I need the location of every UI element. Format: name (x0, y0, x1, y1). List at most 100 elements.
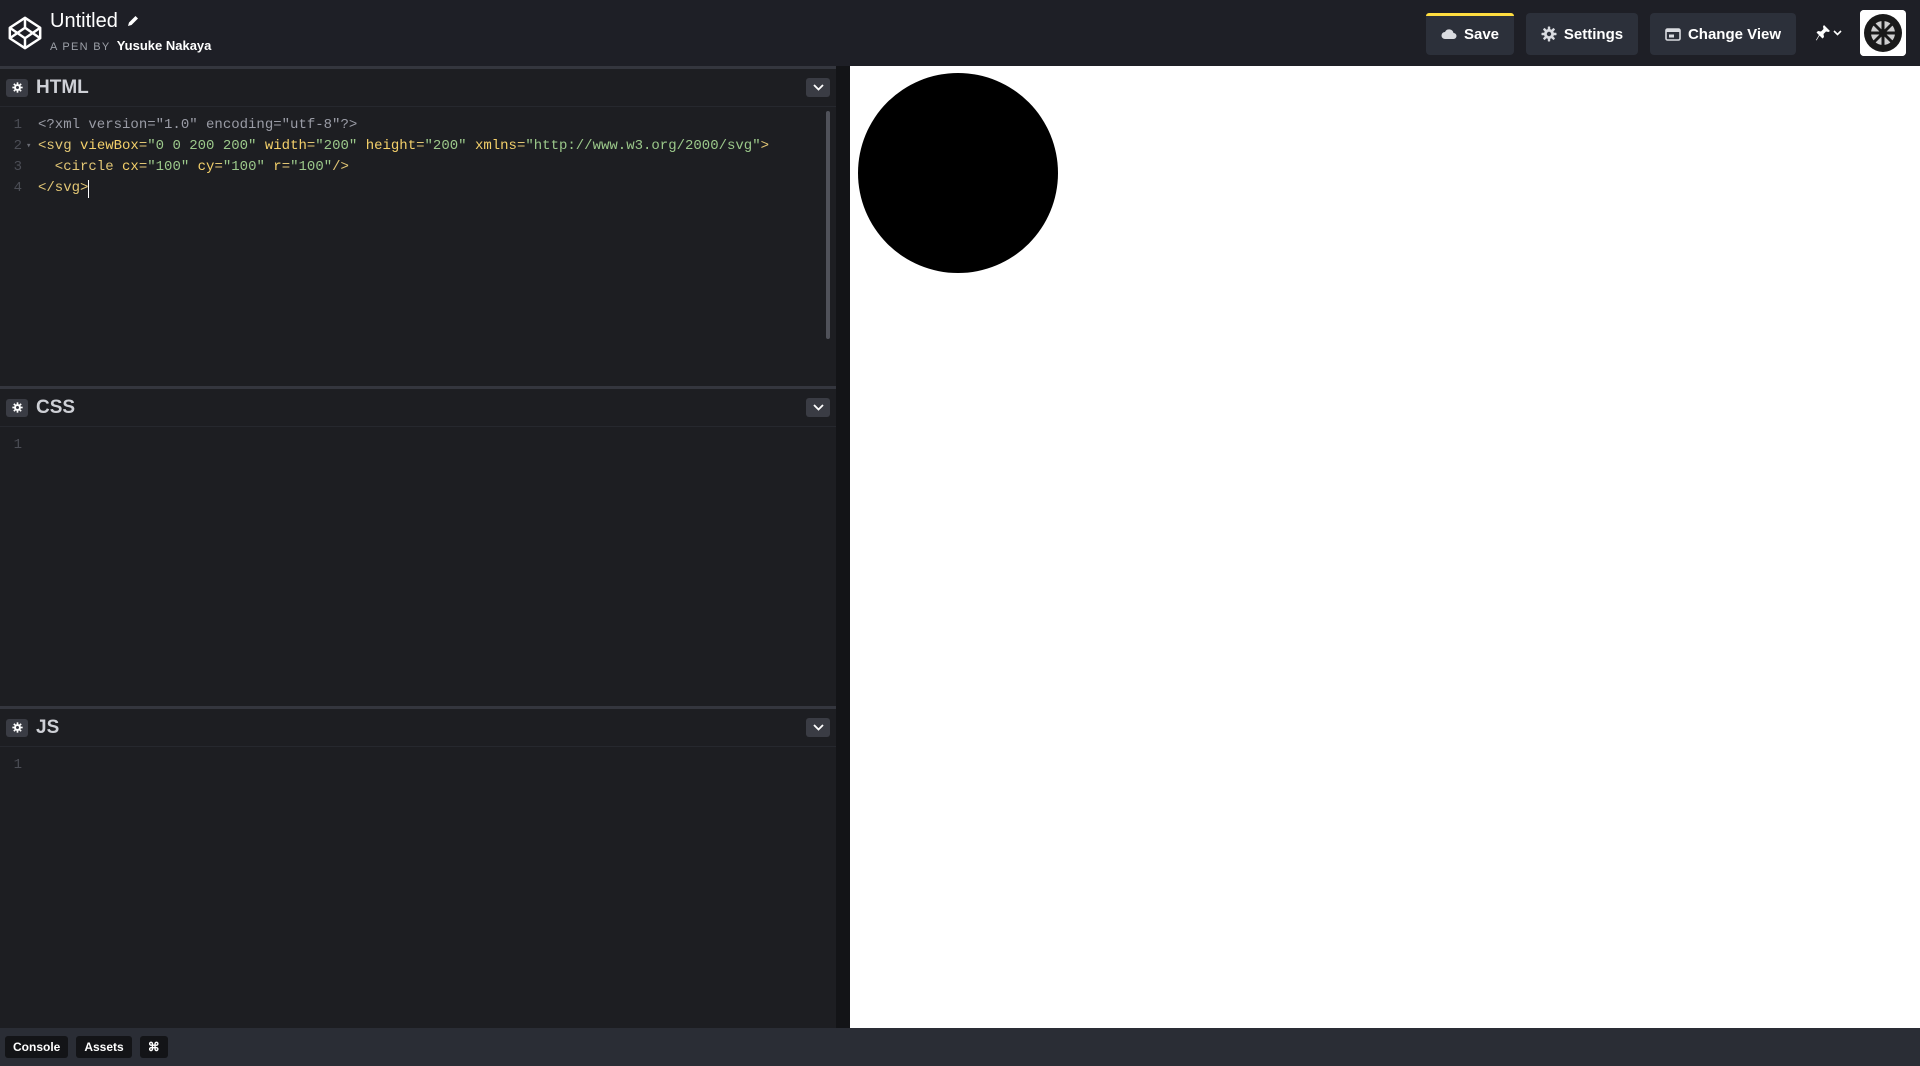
pin-menu-button[interactable] (1810, 18, 1846, 48)
css-editor-header: CSS (0, 386, 836, 426)
gear-icon (11, 722, 23, 733)
html-code-area[interactable]: 1 <?xml version="1.0" encoding="utf-8"?> 2… (0, 106, 836, 386)
code-token: "100" (290, 159, 333, 175)
code-token: = (138, 138, 148, 154)
js-code[interactable]: 1 (0, 755, 38, 776)
code-token: /> (332, 159, 349, 175)
html-editor-header: HTML (0, 66, 836, 106)
code-token: height (365, 138, 417, 154)
js-code-area[interactable]: 1 (0, 746, 836, 1028)
pen-title[interactable]: Untitled (50, 8, 118, 34)
settings-label: Settings (1563, 25, 1624, 43)
save-label: Save (1463, 25, 1500, 43)
cloud-icon (1441, 29, 1457, 39)
assets-button[interactable]: Assets (76, 1036, 132, 1058)
chevron-down-icon (812, 404, 824, 411)
fold-gutter (26, 178, 38, 199)
settings-button[interactable]: Settings (1526, 13, 1638, 55)
html-code[interactable]: 1 <?xml version="1.0" encoding="utf-8"?> 2… (0, 115, 769, 199)
editor-column: HTML 1 <?xml version="1.0" encoding="utf-… (0, 66, 850, 1028)
code-token: <svg (38, 138, 81, 154)
code-line[interactable]: 1 <?xml version="1.0" encoding="utf-8"?> (0, 115, 769, 136)
css-editor-title: CSS (36, 396, 76, 418)
code-token: = (281, 159, 291, 175)
html-editor: HTML 1 <?xml version="1.0" encoding="utf-… (0, 66, 836, 386)
css-settings-button[interactable] (6, 398, 28, 417)
html-settings-button[interactable] (6, 78, 28, 97)
pin-icon (1815, 25, 1830, 41)
code-token: "200" (315, 138, 358, 154)
js-editor-title: JS (36, 716, 60, 738)
fold-gutter (26, 435, 38, 456)
code-line[interactable]: 1 (0, 435, 38, 456)
footer-bar: Console Assets ⌘ (0, 1028, 1920, 1066)
line-number: 1 (13, 117, 22, 133)
code-line[interactable]: 2 ▾ <svg viewBox = "0 0 200 200" width = "200"… (0, 136, 769, 157)
pen-title-block: Untitled A PEN BY Yusuke Nakaya (50, 8, 211, 53)
code-token: cx (122, 159, 139, 175)
chevron-down-icon (812, 724, 824, 731)
html-collapse-button[interactable] (806, 78, 830, 97)
line-number: 1 (13, 437, 22, 453)
code-token: > (760, 138, 770, 154)
css-code-area[interactable]: 1 (0, 426, 836, 706)
code-line[interactable]: 1 (0, 755, 38, 776)
code-token: = (306, 138, 316, 154)
code-token: = (516, 138, 526, 154)
code-token: xmlns (474, 138, 517, 154)
code-token: cy (197, 159, 215, 175)
preview-svg (858, 73, 1058, 273)
code-line[interactable]: 4 </svg> (0, 178, 769, 199)
code-token: "0 0 200 200" (147, 138, 257, 154)
code-token: <?xml version="1.0" encoding="utf-8"?> (38, 117, 358, 133)
fold-gutter (26, 755, 38, 776)
change-view-icon (1665, 27, 1681, 41)
code-token: r (273, 159, 282, 175)
html-scrollbar[interactable] (826, 111, 830, 339)
code-token: width (264, 138, 307, 154)
line-number: 2 (13, 138, 22, 154)
avatar[interactable] (1860, 10, 1906, 56)
code-token: "http://www.w3.org/2000/svg" (525, 138, 761, 154)
css-collapse-button[interactable] (806, 398, 830, 417)
gear-icon (11, 402, 23, 413)
gear-icon (1541, 26, 1557, 42)
pen-byline: A PEN BY Yusuke Nakaya (50, 38, 211, 53)
code-token: = (138, 159, 148, 175)
fold-toggle-icon[interactable]: ▾ (26, 136, 38, 157)
console-button[interactable]: Console (5, 1036, 69, 1058)
code-token: = (416, 138, 425, 154)
js-editor: JS 1 (0, 706, 836, 1028)
line-number: 1 (13, 757, 22, 773)
code-token: </svg> (38, 180, 89, 196)
code-token: <circle (38, 159, 123, 175)
byline-prefix: A PEN BY (50, 41, 111, 53)
text-cursor (88, 180, 90, 198)
js-collapse-button[interactable] (806, 718, 830, 737)
js-settings-button[interactable] (6, 718, 28, 737)
codepen-logo-icon[interactable] (6, 14, 44, 52)
fold-gutter (26, 115, 38, 136)
css-editor: CSS 1 (0, 386, 836, 706)
preview-pane[interactable] (850, 66, 1920, 1028)
gear-icon (11, 82, 23, 93)
chevron-down-icon (812, 84, 824, 91)
code-line[interactable]: 3 <circle cx = "100" cy = "100" r = "100"/> (0, 157, 769, 178)
preview-circle (858, 73, 1058, 273)
save-button[interactable]: Save (1426, 13, 1514, 55)
line-number: 3 (13, 159, 22, 175)
fold-gutter (26, 157, 38, 178)
author-link[interactable]: Yusuke Nakaya (117, 38, 212, 53)
change-view-button[interactable]: Change View (1650, 13, 1796, 55)
keyboard-shortcuts-button[interactable]: ⌘ (139, 1036, 168, 1058)
pencil-icon[interactable] (126, 14, 140, 28)
line-number: 4 (13, 180, 22, 196)
code-token: viewBox (80, 138, 139, 154)
avatar-image (1860, 10, 1906, 56)
html-editor-title: HTML (36, 76, 89, 98)
css-code[interactable]: 1 (0, 435, 38, 456)
